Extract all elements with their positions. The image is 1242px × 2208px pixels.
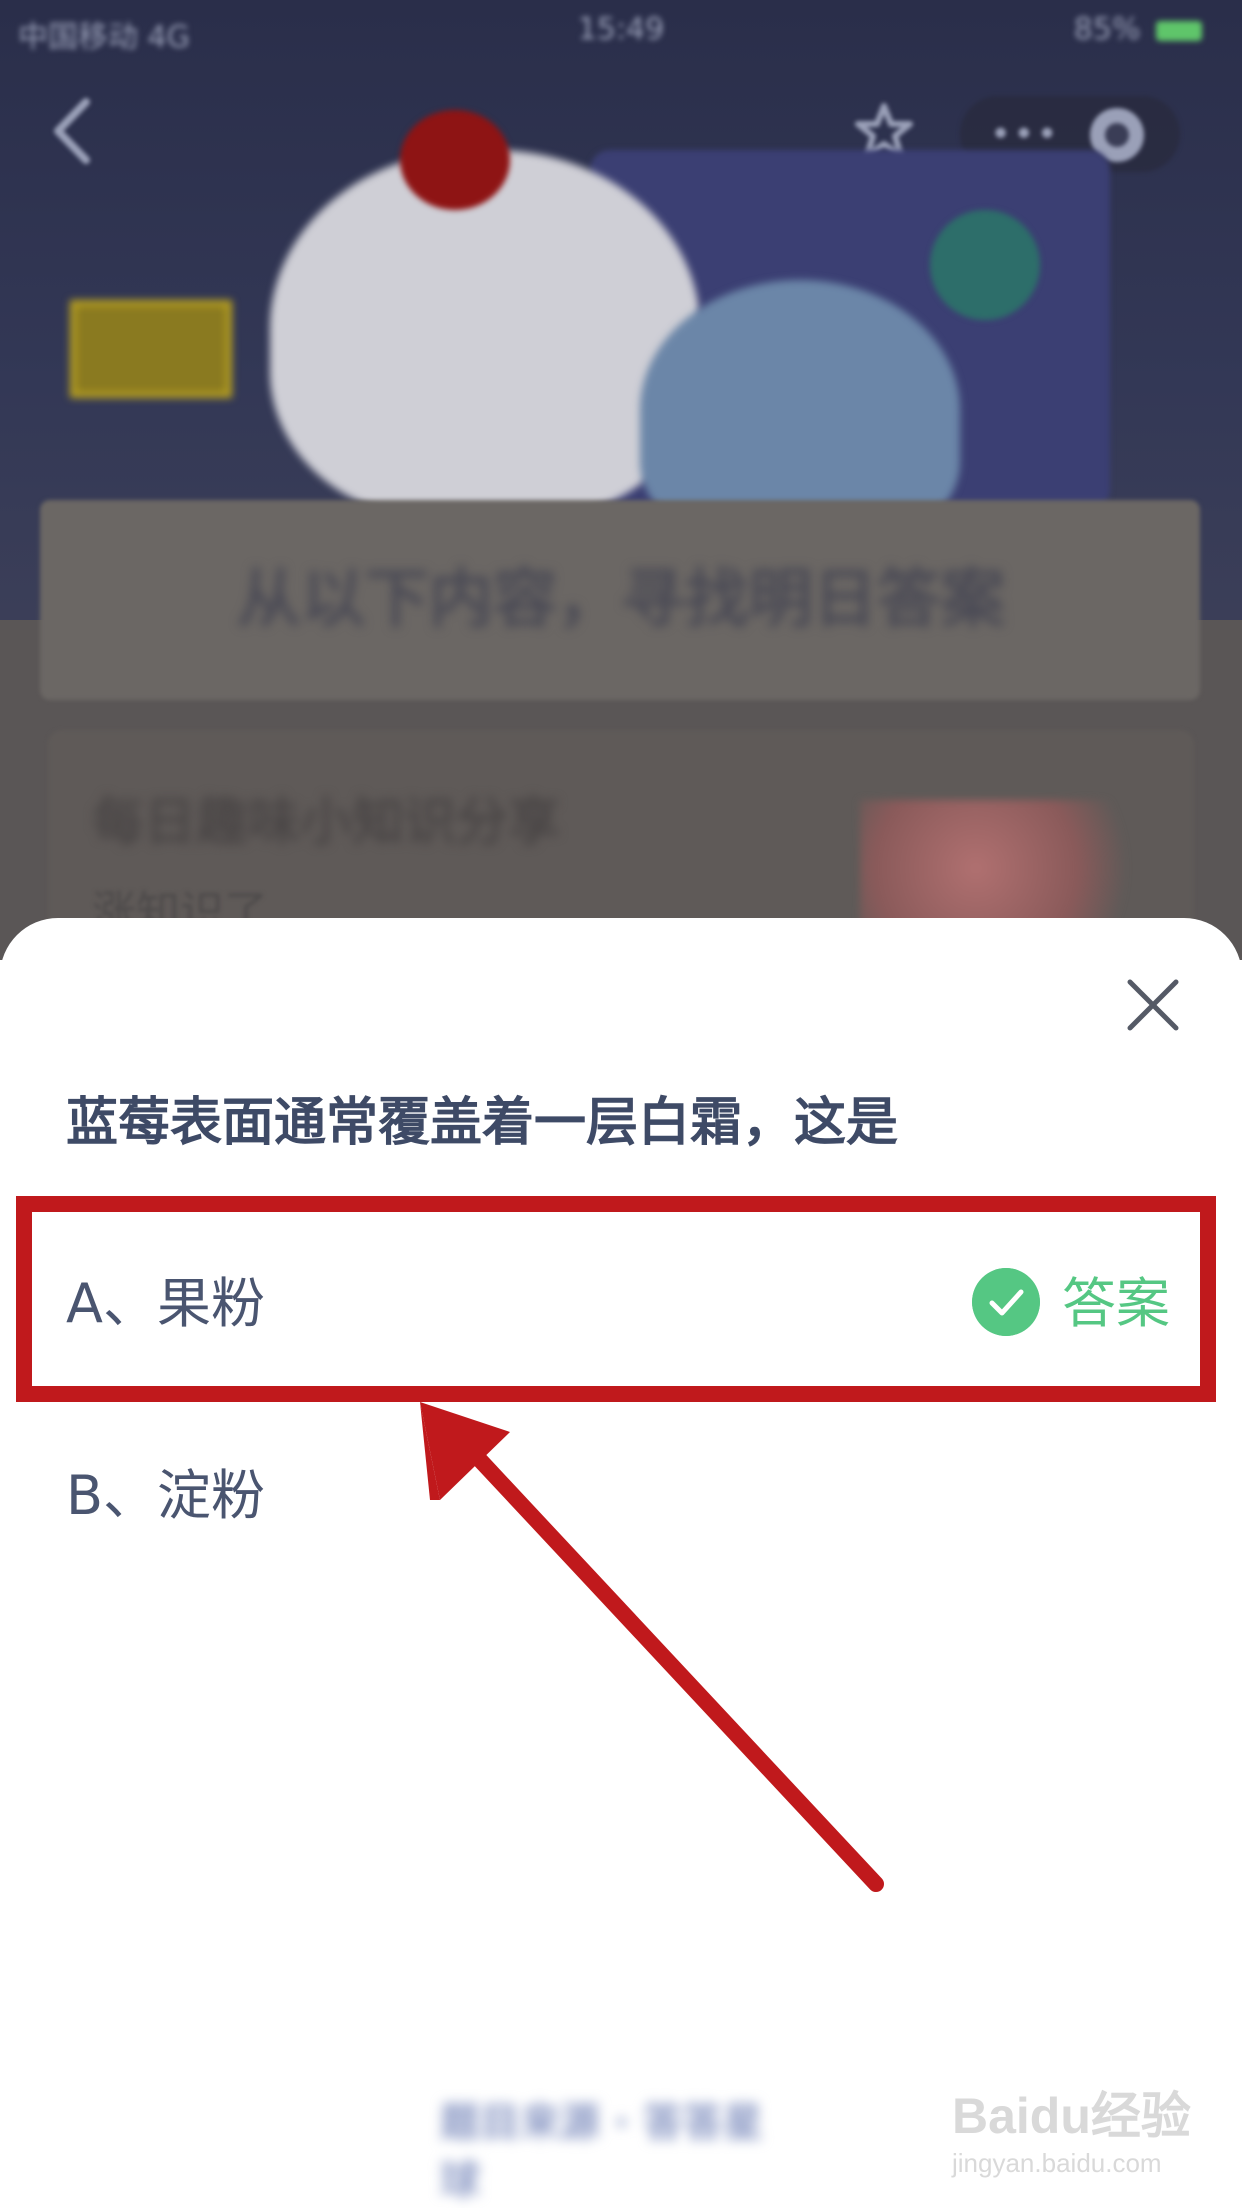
watermark-logo: Baidu经验 (952, 2088, 1191, 2144)
baidu-watermark: Baidu经验 jingyan.baidu.com (952, 2076, 1192, 2186)
globe-image (930, 210, 1040, 320)
status-time: 15:49 (577, 12, 665, 47)
background-main-title: 从以下内容，寻找明日答案 (237, 563, 1005, 637)
chicken-mascot-image (270, 150, 700, 520)
more-icon[interactable]: ••• (990, 114, 1060, 155)
quiz-question: 蓝莓表面通常覆盖着一层白霜，这是 (66, 1093, 899, 1153)
badge-image (70, 300, 232, 398)
close-icon[interactable] (1124, 976, 1182, 1034)
option-b[interactable]: B、淀粉 (66, 1446, 1176, 1546)
article-card-title: 每日趣味小知识分享 (92, 793, 561, 853)
option-b-label: B、淀粉 (66, 1464, 266, 1527)
background-page: 中国移动 4G 15:49 85% ••• 从以下内容，寻找明日答案 每日趣味小… (0, 0, 1242, 960)
battery-label: 85% (1073, 12, 1141, 47)
status-bar: 中国移动 4G 15:49 85% (0, 0, 1242, 64)
highlight-annotation-box (16, 1196, 1216, 1402)
source-link[interactable]: 题目来源 · 答答星球 (440, 2090, 800, 2204)
battery-icon (1156, 20, 1202, 41)
chicken-crest-image (400, 110, 510, 210)
back-icon[interactable] (52, 96, 92, 166)
battery-indicator: 85% (1074, 12, 1202, 47)
watermark-url: jingyan.baidu.com (952, 2148, 1162, 2178)
